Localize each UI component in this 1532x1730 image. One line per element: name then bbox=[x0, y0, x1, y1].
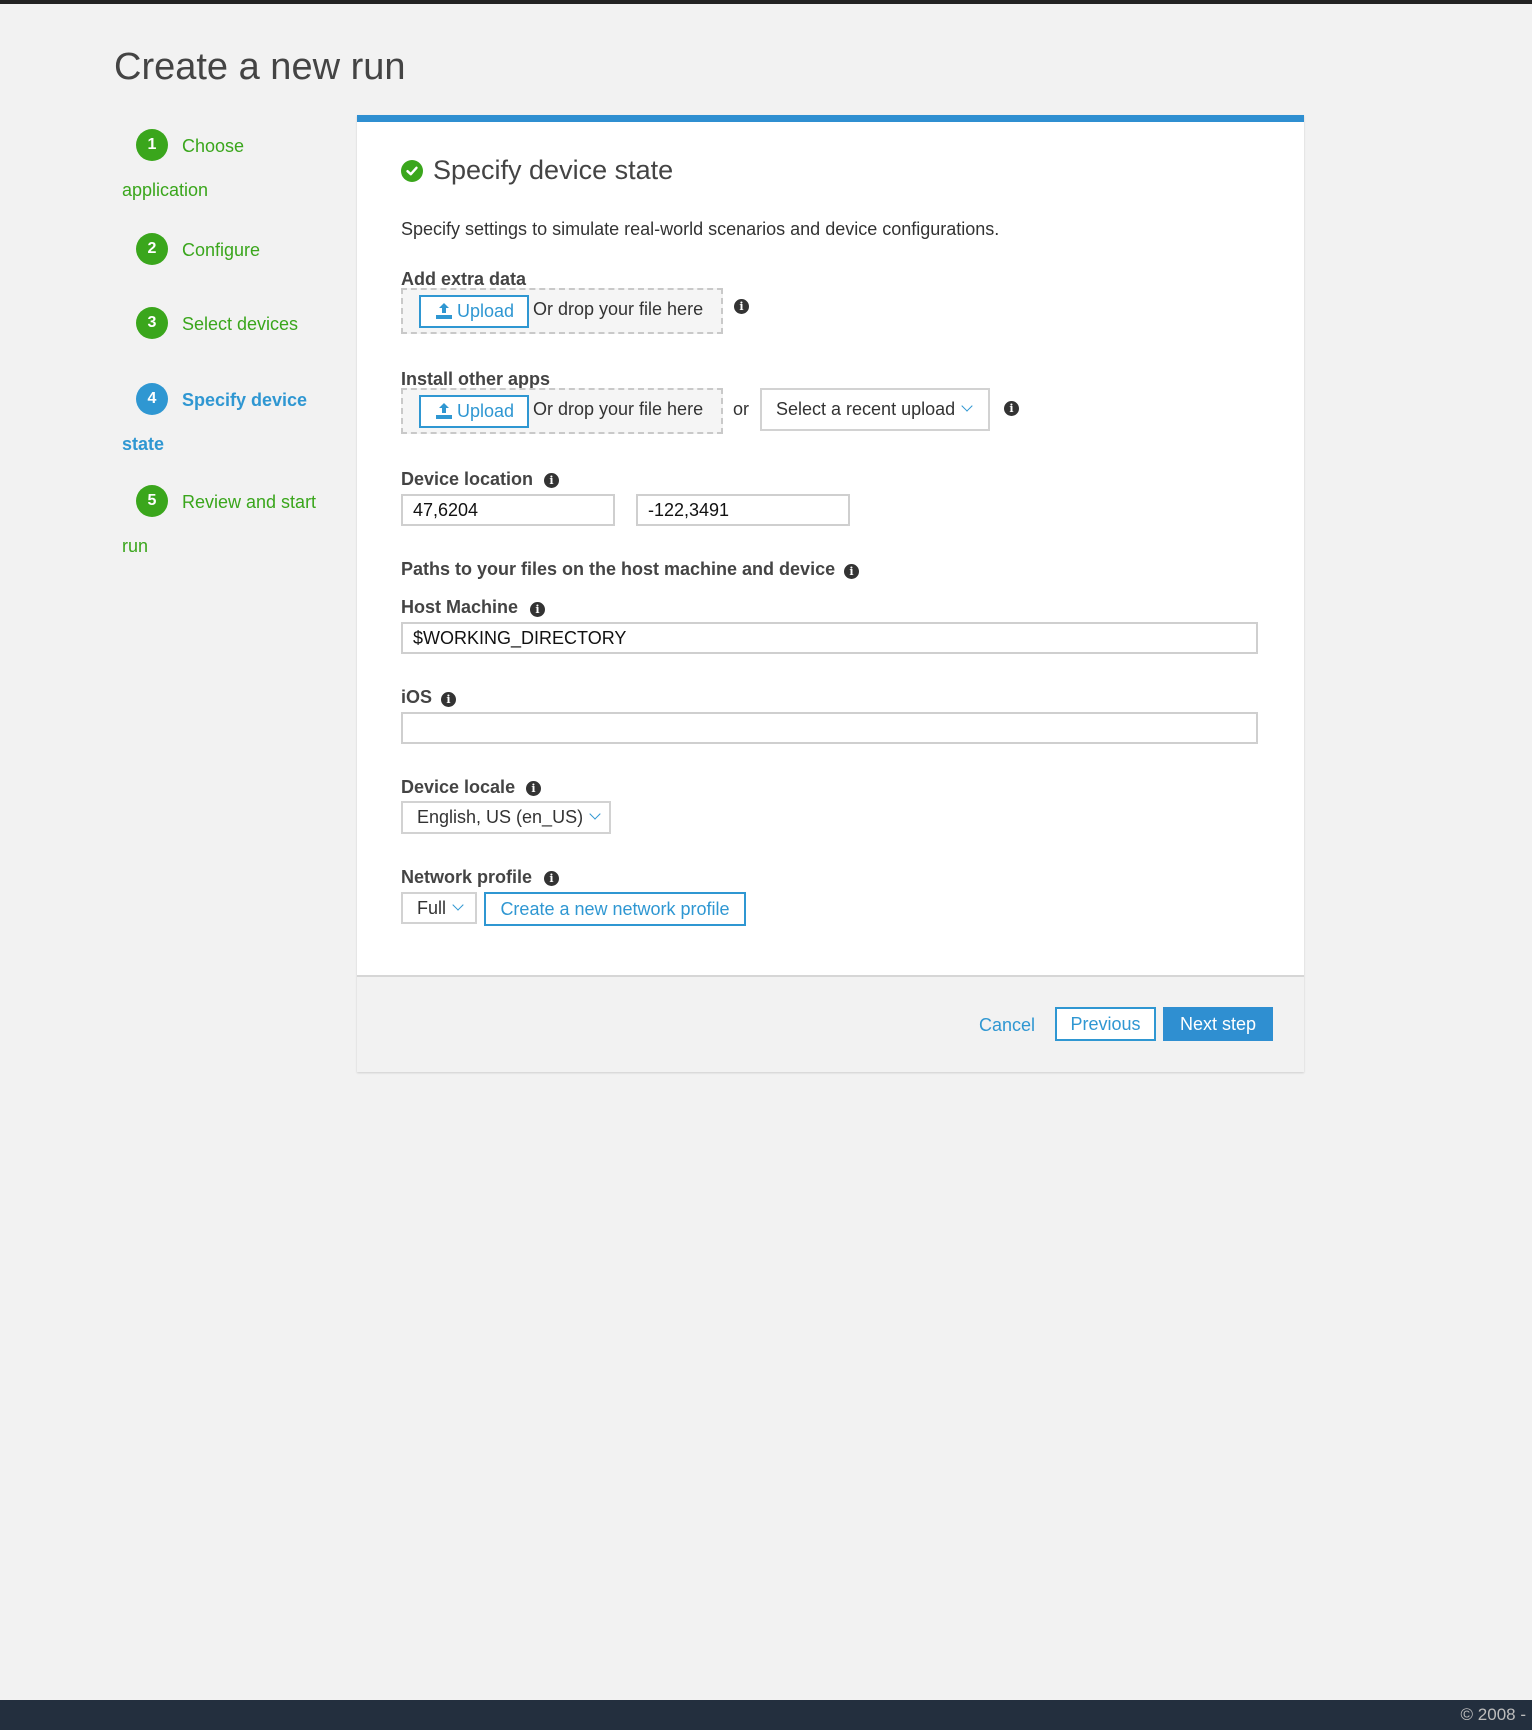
extra-data-label: Add extra data bbox=[401, 269, 527, 289]
copyright-text: © 2008 - bbox=[1460, 1705, 1526, 1724]
device-locale-info-icon[interactable]: i bbox=[526, 781, 541, 796]
network-profile-value: Full bbox=[417, 898, 447, 918]
recent-upload-label: Select a recent upload bbox=[776, 399, 956, 419]
ios-label: iOS bbox=[401, 687, 433, 707]
step-review-and-start[interactable]: 5 Review and start bbox=[122, 480, 332, 524]
extra-data-info-icon[interactable]: i bbox=[734, 299, 749, 314]
panel-header: Specify device state bbox=[401, 155, 673, 186]
previous-button[interactable]: Previous bbox=[1055, 1007, 1156, 1041]
chevron-down-icon bbox=[452, 899, 464, 911]
host-machine-input[interactable] bbox=[401, 622, 1258, 654]
step-number: 4 bbox=[136, 383, 168, 416]
ios-path-input[interactable] bbox=[401, 712, 1258, 744]
network-profile-info-icon[interactable]: i bbox=[544, 871, 559, 886]
network-profile-select[interactable]: Full bbox=[401, 892, 477, 924]
device-location-label: Device location bbox=[401, 469, 534, 489]
device-location-info-icon[interactable]: i bbox=[544, 473, 559, 488]
longitude-input[interactable] bbox=[636, 494, 850, 526]
step-configure[interactable]: 2 Configure bbox=[122, 228, 332, 272]
step-specify-device-state-cont[interactable]: state bbox=[122, 422, 332, 466]
page-footer: © 2008 - bbox=[0, 1700, 1532, 1730]
recent-upload-select[interactable]: Select a recent upload bbox=[760, 388, 990, 431]
latitude-input[interactable] bbox=[401, 494, 615, 526]
device-locale-select[interactable]: English, US (en_US) bbox=[401, 801, 611, 834]
paths-info-icon[interactable]: i bbox=[844, 564, 859, 579]
cancel-button[interactable]: Cancel bbox=[979, 1015, 1035, 1036]
next-step-button[interactable]: Next step bbox=[1163, 1007, 1273, 1041]
panel-footer: Cancel Previous Next step bbox=[357, 975, 1304, 1072]
step-choose-application-cont[interactable]: application bbox=[122, 168, 332, 212]
paths-label: Paths to your files on the host machine … bbox=[401, 559, 836, 579]
step-number: 1 bbox=[136, 129, 168, 162]
chevron-down-icon bbox=[961, 400, 973, 412]
ios-info-icon[interactable]: i bbox=[441, 692, 456, 707]
device-state-panel: Specify device state Specify settings to… bbox=[357, 115, 1304, 1072]
create-network-profile-button[interactable]: Create a new network profile bbox=[484, 892, 746, 926]
host-machine-label: Host Machine bbox=[401, 597, 519, 617]
host-machine-info-icon[interactable]: i bbox=[530, 602, 545, 617]
check-circle-icon bbox=[401, 159, 423, 182]
device-locale-label: Device locale bbox=[401, 777, 516, 797]
page-title: Create a new run bbox=[114, 46, 406, 88]
step-label: Configure bbox=[182, 240, 261, 260]
panel-title: Specify device state bbox=[433, 155, 674, 185]
extra-data-dropzone[interactable]: Upload Or drop your file here bbox=[401, 288, 723, 334]
device-locale-value: English, US (en_US) bbox=[417, 807, 584, 827]
other-apps-label: Install other apps bbox=[401, 369, 551, 389]
panel-description: Specify settings to simulate real-world … bbox=[401, 219, 1000, 239]
step-number: 3 bbox=[136, 307, 168, 340]
drop-text: Or drop your file here bbox=[533, 299, 704, 319]
other-apps-info-icon[interactable]: i bbox=[1004, 401, 1019, 416]
network-profile-label: Network profile bbox=[401, 867, 533, 887]
step-label: Select devices bbox=[182, 314, 299, 334]
step-specify-device-state[interactable]: 4 Specify device bbox=[122, 378, 332, 422]
upload-label: Upload bbox=[457, 401, 515, 421]
step-review-and-start-cont[interactable]: run bbox=[122, 524, 332, 568]
step-number: 5 bbox=[136, 485, 168, 518]
step-label-cont: run bbox=[122, 536, 149, 556]
upload-icon bbox=[436, 403, 452, 419]
step-label-cont: application bbox=[122, 180, 209, 200]
other-apps-upload-button[interactable]: Upload bbox=[419, 395, 529, 428]
other-apps-dropzone[interactable]: Upload Or drop your file here bbox=[401, 388, 723, 434]
step-label: Choose bbox=[182, 136, 245, 156]
step-label: Specify device bbox=[182, 390, 308, 410]
top-bar bbox=[0, 0, 1532, 4]
step-select-devices[interactable]: 3 Select devices bbox=[122, 302, 332, 346]
extra-data-upload-button[interactable]: Upload bbox=[419, 295, 529, 328]
upload-icon bbox=[436, 303, 452, 319]
drop-text: Or drop your file here bbox=[533, 399, 704, 419]
upload-label: Upload bbox=[457, 301, 515, 321]
step-label: Review and start bbox=[182, 492, 317, 512]
chevron-down-icon bbox=[589, 808, 601, 820]
step-choose-application[interactable]: 1 Choose bbox=[122, 124, 332, 168]
or-text: or bbox=[733, 399, 750, 419]
step-number: 2 bbox=[136, 233, 168, 266]
step-label-cont: state bbox=[122, 434, 165, 454]
